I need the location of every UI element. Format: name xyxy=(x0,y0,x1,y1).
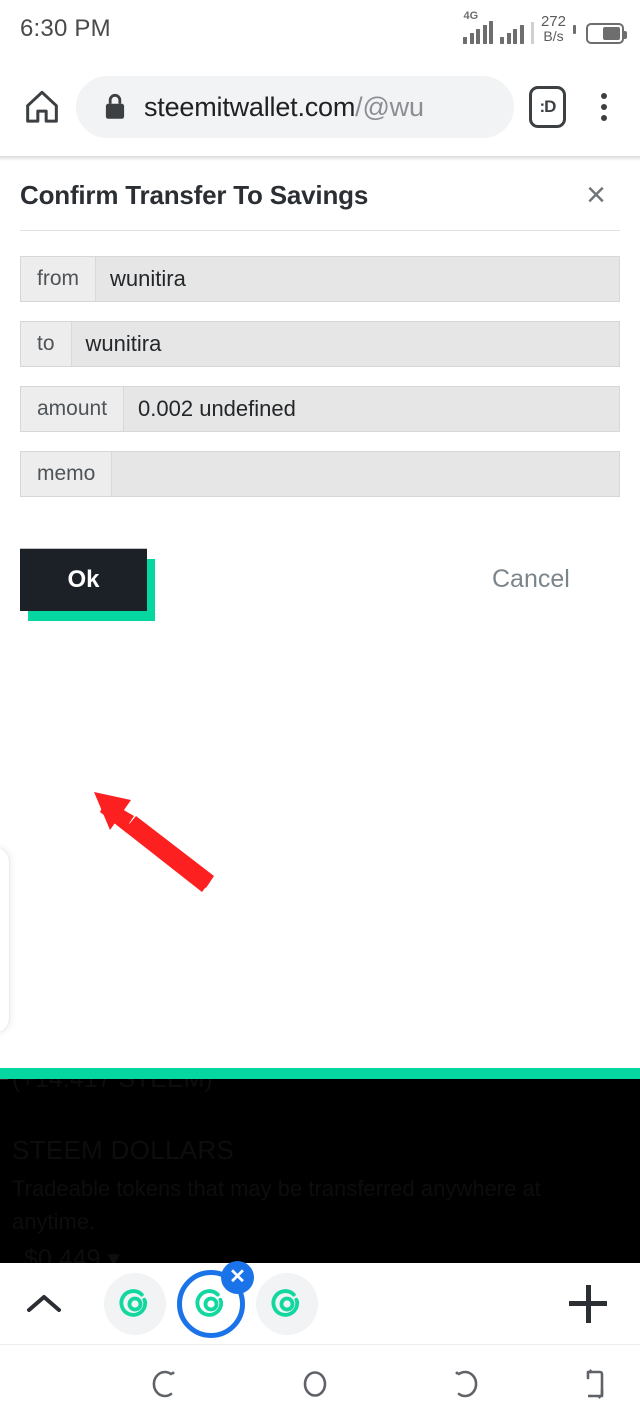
screen-rotate-icon xyxy=(586,1368,604,1399)
tab-switcher-bar: ✕ xyxy=(0,1260,640,1344)
field-label: memo xyxy=(21,452,113,496)
nav-rotate-button[interactable] xyxy=(555,1351,635,1417)
battery-charge-tick xyxy=(573,24,576,34)
close-icon[interactable]: × xyxy=(574,173,618,217)
field-value: wunitira xyxy=(85,331,162,356)
dimmed-page-region: (+14.417 STEEM) STEEM DOLLARS Tradeable … xyxy=(0,1079,640,1263)
lock-icon xyxy=(102,92,128,122)
field-row-from: from wunitira xyxy=(20,256,620,302)
tab-item[interactable] xyxy=(104,1272,166,1335)
three-dot-menu-icon xyxy=(601,93,607,99)
signal-bars-secondary-icon xyxy=(500,20,524,44)
dialog-header: Confirm Transfer To Savings xyxy=(0,161,640,229)
status-bar-indicators: 4G 272 B/s xyxy=(463,11,627,44)
close-tab-icon[interactable]: ✕ xyxy=(221,1260,254,1294)
page-title: Confirm Transfer To Savings xyxy=(20,179,369,210)
section-description-line2: anytime. xyxy=(12,1209,96,1234)
field-row-amount: amount 0.002 undefined xyxy=(20,386,620,432)
network-speed-value: 272 xyxy=(540,13,566,30)
signal-bars-icon: 4G xyxy=(463,11,494,44)
url-domain: steemitwallet.com xyxy=(144,91,356,122)
network-speed: 272 B/s xyxy=(541,14,566,44)
section-heading: STEEM DOLLARS xyxy=(12,1135,235,1165)
nav-home-button[interactable] xyxy=(275,1351,355,1417)
network-speed-unit: B/s xyxy=(543,28,564,44)
home-icon xyxy=(26,90,58,123)
browser-menu-button[interactable] xyxy=(576,77,632,137)
collapse-tabs-button[interactable] xyxy=(12,1272,76,1336)
smiley-icon: :D xyxy=(528,86,566,128)
transfer-fields: from wunitira to wunitira amount 0.002 u… xyxy=(20,256,620,516)
section-value: $0.449 ▾ xyxy=(24,1245,120,1263)
android-nav-bar xyxy=(0,1344,640,1422)
battery-icon xyxy=(586,23,627,44)
dim-left-stripe xyxy=(0,1079,8,1080)
back-icon xyxy=(152,1370,175,1397)
cancel-button[interactable]: Cancel xyxy=(492,565,570,594)
phone-screen: 6:30 PM 4G 272 B/s steemitwallet.com/@wu… xyxy=(0,0,640,1422)
tab-strip: ✕ xyxy=(104,1260,318,1338)
steem-logo-icon xyxy=(119,1288,148,1317)
field-value: wunitira xyxy=(110,266,186,291)
home-circle-icon xyxy=(303,1370,327,1397)
browser-toolbar: steemitwallet.com/@wu :D xyxy=(0,58,640,156)
home-button[interactable] xyxy=(14,79,70,135)
tab-item[interactable] xyxy=(256,1272,318,1335)
reader-mode-button[interactable]: :D xyxy=(522,82,572,132)
nav-recents-button[interactable] xyxy=(425,1351,505,1417)
accent-bar xyxy=(0,1068,640,1079)
status-divider xyxy=(530,22,534,44)
network-type-label: 4G xyxy=(463,10,479,22)
ok-button-wrapper: Ok xyxy=(20,549,155,621)
field-label: to xyxy=(21,322,72,366)
section-description-line1: Tradeable tokens that may be transferred… xyxy=(12,1176,541,1201)
divider xyxy=(20,230,620,231)
recents-icon xyxy=(455,1370,478,1397)
new-tab-button[interactable] xyxy=(558,1274,618,1334)
field-label: from xyxy=(21,257,96,301)
dialog-actions: Ok Cancel xyxy=(0,549,640,621)
offscreen-card-edge xyxy=(0,846,10,1034)
field-label: amount xyxy=(21,387,125,431)
page-content: Confirm Transfer To Savings × from wunit… xyxy=(0,161,640,1068)
annotation-arrow-icon xyxy=(94,792,214,892)
status-bar-clock: 6:30 PM xyxy=(20,15,111,42)
url-bar[interactable]: steemitwallet.com/@wu xyxy=(76,76,514,138)
field-value: 0.002 undefined xyxy=(138,396,296,421)
ok-button[interactable]: Ok xyxy=(20,549,147,611)
steem-change-text: (+14.417 STEEM) xyxy=(12,1079,213,1093)
tab-item-selected[interactable]: ✕ xyxy=(177,1260,254,1338)
field-row-memo: memo xyxy=(20,451,620,497)
steem-logo-icon xyxy=(271,1288,300,1317)
chevron-up-icon xyxy=(27,1294,61,1312)
status-bar: 6:30 PM 4G 272 B/s xyxy=(0,0,640,58)
field-value xyxy=(112,452,619,496)
url-text: steemitwallet.com/@wu xyxy=(144,92,424,123)
nav-back-button[interactable] xyxy=(125,1351,205,1417)
field-row-to: to wunitira xyxy=(20,321,620,367)
url-path: /@wu xyxy=(355,91,424,122)
